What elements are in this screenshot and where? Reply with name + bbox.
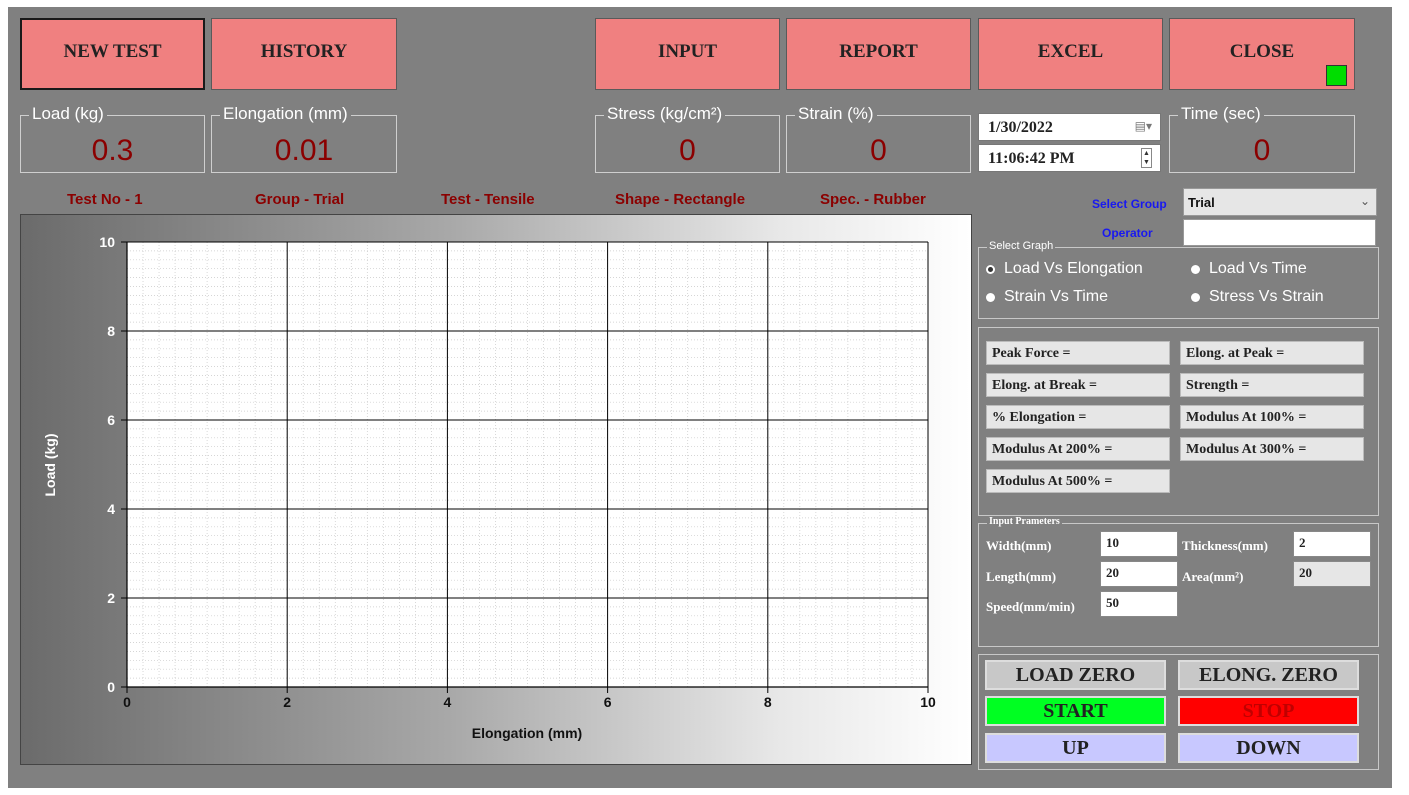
thickness-label: Thickness(mm) xyxy=(1182,538,1268,553)
peak-force-result: Peak Force = xyxy=(986,341,1170,365)
input-parameters-legend: Input Prameters xyxy=(987,516,1062,527)
load-readout: Load (kg) 0.3 xyxy=(20,104,205,173)
controls-group: LOAD ZERO ELONG. ZERO START STOP UP DOWN xyxy=(978,654,1379,770)
time-value: 11:06:42 PM xyxy=(988,150,1075,167)
modulus-100-result: Modulus At 100% = xyxy=(1180,405,1364,429)
operator-input[interactable] xyxy=(1183,219,1376,246)
radio-icon xyxy=(986,292,995,302)
elongation-readout: Elongation (mm) 0.01 xyxy=(211,104,397,173)
strain-readout-label: Strain (%) xyxy=(795,104,877,124)
y-tick-label: 2 xyxy=(107,590,115,606)
length-label: Length(mm) xyxy=(986,569,1057,584)
width-input[interactable]: 10 xyxy=(1100,531,1178,557)
width-label: Width(mm) xyxy=(986,538,1052,553)
strain-readout-value: 0 xyxy=(870,134,887,167)
y-tick-label: 10 xyxy=(99,234,115,250)
speed-label: Speed(mm/min) xyxy=(986,599,1075,614)
radio-label: Load Vs Elongation xyxy=(1004,260,1143,277)
operator-label: Operator xyxy=(1102,226,1153,240)
stress-readout-value: 0 xyxy=(679,134,696,167)
modulus-500-result: Modulus At 500% = xyxy=(986,469,1170,493)
load-readout-label: Load (kg) xyxy=(29,104,107,124)
time-readout-label: Time (sec) xyxy=(1178,104,1264,124)
chevron-down-icon[interactable]: ⌄ xyxy=(1360,194,1370,208)
excel-button[interactable]: EXCEL xyxy=(978,18,1163,90)
y-tick-label: 0 xyxy=(107,679,115,695)
group-select-value: Trial xyxy=(1188,195,1215,210)
radio-load-vs-time[interactable]: Load Vs Time xyxy=(1191,260,1307,278)
report-button[interactable]: REPORT xyxy=(786,18,971,90)
select-graph-group: Select Graph Load Vs Elongation Load Vs … xyxy=(978,240,1379,319)
load-elongation-chart: 0 2 4 6 8 10 0 2 4 6 8 10 Elongation (mm) Load (kg) xyxy=(42,234,936,741)
test-shape: Shape - Rectangle xyxy=(615,191,746,208)
area-label: Area(mm²) xyxy=(1182,569,1244,584)
status-indicator xyxy=(1326,65,1347,86)
time-picker[interactable]: 11:06:42 PM ▲ ▼ xyxy=(978,144,1161,172)
load-zero-button[interactable]: LOAD ZERO xyxy=(985,660,1166,690)
time-readout-value: 0 xyxy=(1253,134,1271,167)
strain-readout: Strain (%) 0 xyxy=(786,104,971,173)
x-tick-label: 6 xyxy=(604,694,612,710)
strength-result: Strength = xyxy=(1180,373,1364,397)
load-readout-value: 0.3 xyxy=(91,134,134,167)
x-tick-label: 0 xyxy=(123,694,131,710)
group-select[interactable]: Trial ⌄ xyxy=(1183,188,1377,216)
y-tick-label: 4 xyxy=(107,501,115,517)
start-button[interactable]: START xyxy=(985,696,1166,726)
elong-zero-button[interactable]: ELONG. ZERO xyxy=(1178,660,1359,690)
y-tick-label: 6 xyxy=(107,412,115,428)
radio-strain-vs-time[interactable]: Strain Vs Time xyxy=(986,288,1108,306)
radio-label: Strain Vs Time xyxy=(1004,288,1109,305)
new-test-button[interactable]: NEW TEST xyxy=(20,18,205,90)
calendar-dropdown-icon[interactable]: ▤▾ xyxy=(1135,119,1152,134)
pct-elongation-result: % Elongation = xyxy=(986,405,1170,429)
test-type: Test - Tensile xyxy=(441,191,535,208)
modulus-300-result: Modulus At 300% = xyxy=(1180,437,1364,461)
date-value: 1/30/2022 xyxy=(988,119,1053,136)
select-graph-legend: Select Graph xyxy=(987,240,1056,252)
x-tick-label: 4 xyxy=(444,694,452,710)
select-group-label: Select Group xyxy=(1092,197,1167,211)
radio-icon xyxy=(1191,292,1200,302)
history-button[interactable]: HISTORY xyxy=(211,18,397,90)
results-group: Peak Force = Elong. at Peak = Elong. at … xyxy=(978,327,1379,516)
x-tick-label: 8 xyxy=(764,694,772,710)
radio-icon xyxy=(1191,264,1200,274)
y-axis-label: Load (kg) xyxy=(42,434,58,497)
radio-load-vs-elongation[interactable]: Load Vs Elongation xyxy=(986,260,1143,278)
elongation-readout-label: Elongation (mm) xyxy=(220,104,351,124)
test-number: Test No - 1 xyxy=(67,191,143,208)
elong-at-peak-result: Elong. at Peak = xyxy=(1180,341,1364,365)
y-tick-label: 8 xyxy=(107,323,115,339)
elong-at-break-result: Elong. at Break = xyxy=(986,373,1170,397)
stop-button[interactable]: STOP xyxy=(1178,696,1359,726)
x-tick-label: 2 xyxy=(283,694,291,710)
test-specimen: Spec. - Rubber xyxy=(820,191,926,208)
x-axis-label: Elongation (mm) xyxy=(472,725,582,741)
radio-stress-vs-strain[interactable]: Stress Vs Strain xyxy=(1191,288,1324,306)
radio-selected-icon xyxy=(986,264,995,274)
radio-label: Load Vs Time xyxy=(1209,260,1307,277)
input-button[interactable]: INPUT xyxy=(595,18,780,90)
app-window: NEW TEST HISTORY INPUT REPORT EXCEL CLOS… xyxy=(8,7,1392,788)
elongation-readout-value: 0.01 xyxy=(274,134,334,167)
radio-label: Stress Vs Strain xyxy=(1209,288,1324,305)
time-spinner-icon[interactable]: ▲ ▼ xyxy=(1141,148,1152,168)
speed-input[interactable]: 50 xyxy=(1100,591,1178,617)
up-button[interactable]: UP xyxy=(985,733,1166,763)
stress-readout: Stress (kg/cm²) 0 xyxy=(595,104,780,173)
thickness-input[interactable]: 2 xyxy=(1293,531,1371,557)
stress-readout-label: Stress (kg/cm²) xyxy=(604,104,726,124)
test-group: Group - Trial xyxy=(255,191,345,208)
area-value: 20 xyxy=(1293,561,1371,587)
x-tick-label: 10 xyxy=(920,694,936,710)
date-picker[interactable]: 1/30/2022 ▤▾ xyxy=(978,113,1161,141)
down-button[interactable]: DOWN xyxy=(1178,733,1359,763)
time-readout: Time (sec) 0 xyxy=(1169,104,1355,173)
chart-panel: 0 2 4 6 8 10 0 2 4 6 8 10 Elongation (mm) Load (kg) xyxy=(20,214,972,765)
modulus-200-result: Modulus At 200% = xyxy=(986,437,1170,461)
input-parameters-group: Input Prameters Width(mm) 10 Thickness(m… xyxy=(978,516,1379,647)
length-input[interactable]: 20 xyxy=(1100,561,1178,587)
